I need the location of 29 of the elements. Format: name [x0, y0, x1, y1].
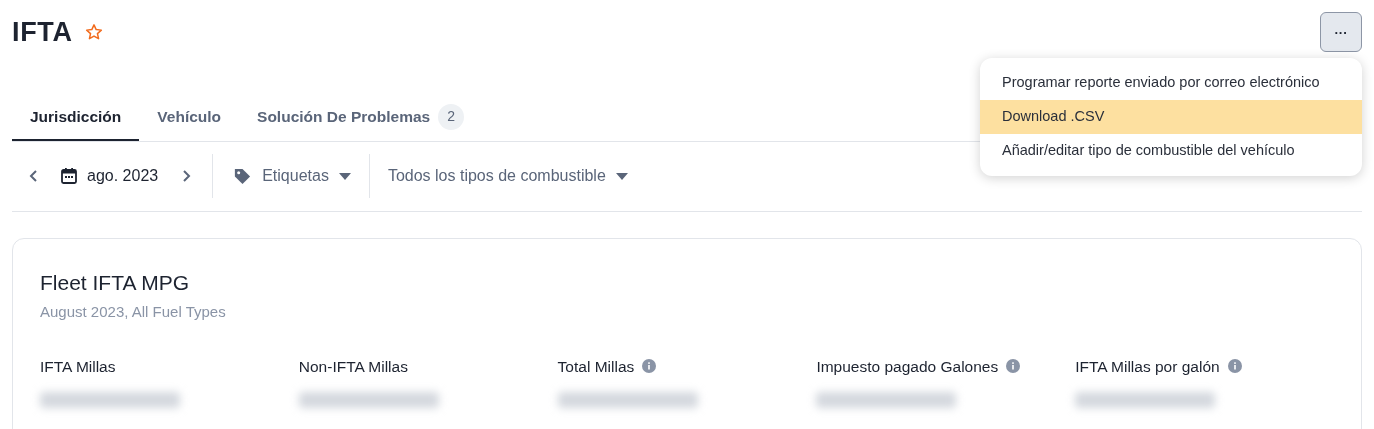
metric-label: Non-IFTA Millas [298, 356, 408, 377]
more-button[interactable]: ··· [1320, 12, 1362, 53]
tab[interactable]: Vehículo [139, 94, 240, 141]
tags-dropdown[interactable]: Etiquetas [233, 164, 351, 188]
menu-item[interactable]: Añadir/editar tipo de combustible del vehículo [980, 134, 1362, 168]
metric-label: Impuesto pagado Galones [816, 356, 999, 377]
count-badge: 2 [438, 103, 465, 130]
tag-icon [233, 166, 253, 186]
info-icon [642, 359, 657, 374]
info-icon [1227, 359, 1242, 374]
card-subtitle: August 2023, All Fuel Types [40, 302, 227, 322]
card-title: Fleet IFTA MPG [40, 269, 190, 296]
menu-item[interactable]: Download .CSV [980, 100, 1362, 134]
date-label[interactable]: ago. 2023 [87, 164, 159, 188]
caret-icon [338, 172, 351, 180]
star-icon[interactable] [84, 23, 103, 42]
caret-icon [615, 172, 628, 180]
info-icon [1006, 359, 1021, 374]
tab[interactable]: Solución De Problemas 2 [239, 94, 483, 141]
page-title: IFTA [12, 16, 73, 49]
tab[interactable]: Jurisdicción [12, 94, 140, 141]
fuel-type-dropdown[interactable]: Todos los tipos de combustible [387, 164, 628, 188]
metric-label: IFTA Millas por galón [1075, 356, 1220, 377]
calendar-icon [60, 167, 78, 185]
chevron-right-icon[interactable] [180, 169, 193, 183]
metric-label: Total Millas [557, 356, 635, 377]
chevron-left-icon[interactable] [28, 169, 40, 183]
menu-item[interactable]: Programar reporte enviado por correo electrónico [980, 66, 1362, 100]
metric-label: IFTA Millas [40, 356, 116, 377]
